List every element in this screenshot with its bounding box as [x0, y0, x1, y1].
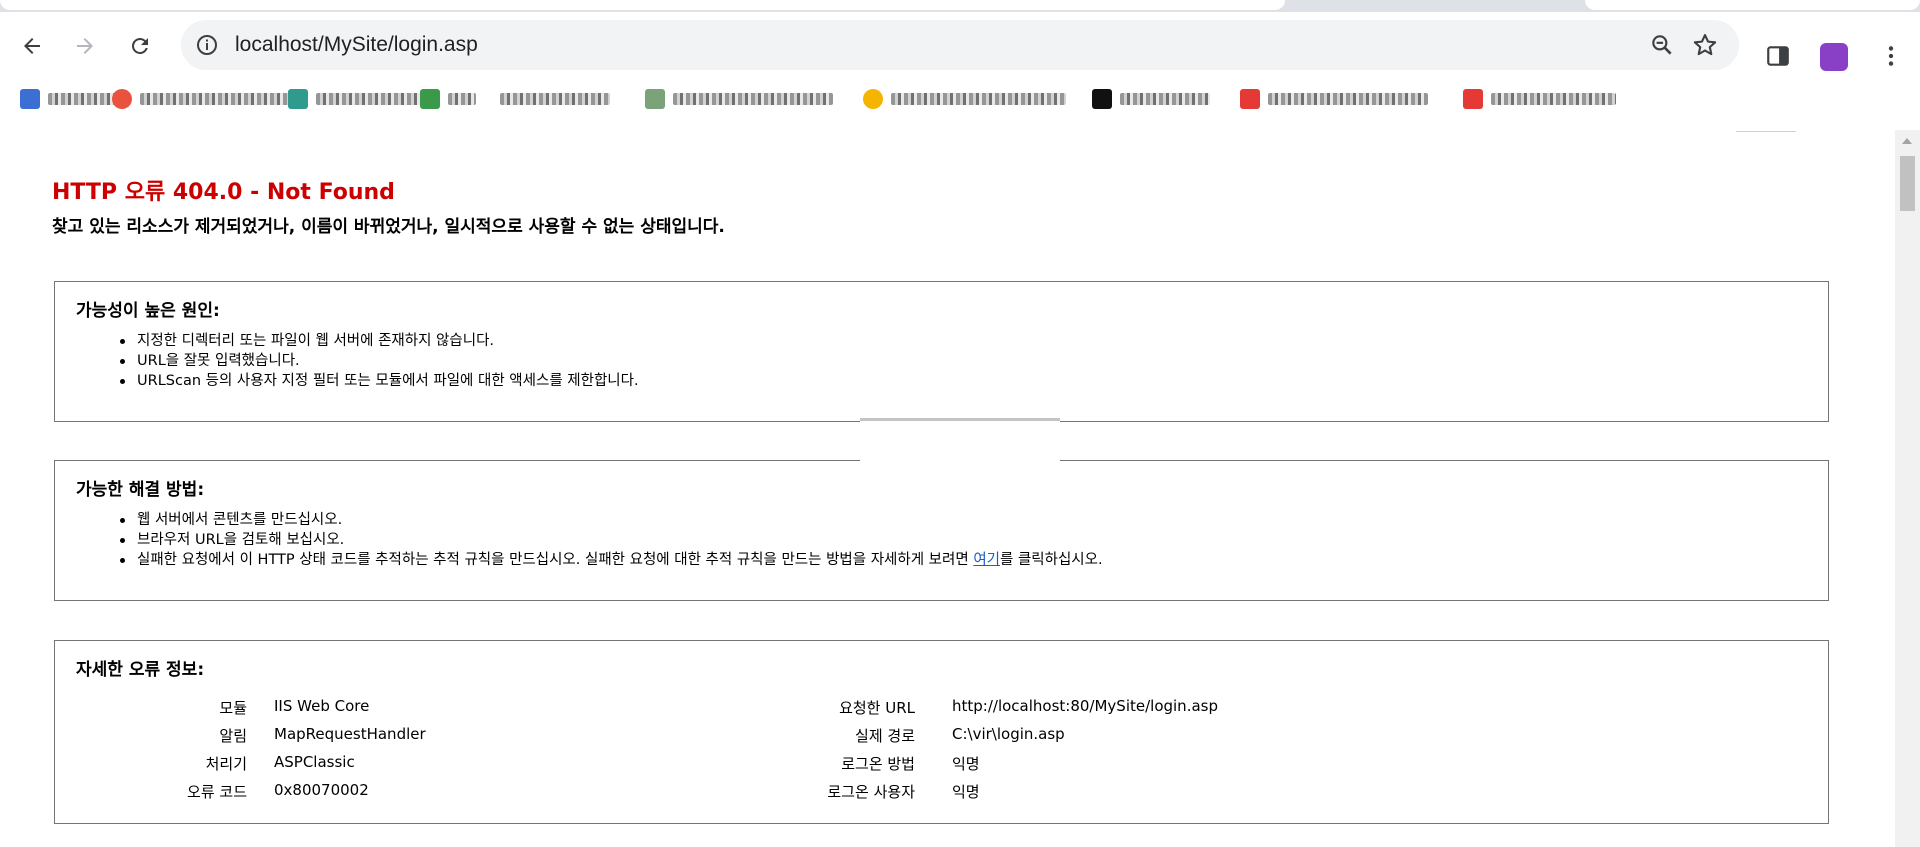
bookmark-label-redacted	[48, 93, 118, 105]
bookmark-favicon	[863, 89, 883, 109]
details-heading: 자세한 오류 정보:	[76, 660, 205, 680]
detail-label: 오류 코드	[187, 783, 247, 801]
bookmark-label-redacted	[1268, 93, 1428, 105]
bookmark-label-redacted	[500, 93, 610, 105]
profile-avatar[interactable]	[1820, 43, 1848, 71]
list-item: 실패한 요청에서 이 HTTP 상태 코드를 추적하는 추적 규칙을 만드십시오…	[120, 550, 1103, 570]
reload-button[interactable]	[122, 28, 158, 64]
bookmark-item[interactable]	[500, 88, 610, 110]
bookmark-label-redacted	[1491, 93, 1616, 105]
causes-list: 지정한 디렉터리 또는 파일이 웹 서버에 존재하지 않습니다. URL을 잘못…	[120, 331, 639, 391]
bookmark-favicon	[20, 89, 40, 109]
details-box: 자세한 오류 정보: 모듈 IIS Web Core 요청한 URL http:…	[54, 640, 1829, 824]
bookmark-item[interactable]	[1463, 88, 1616, 110]
detail-label: 모듈	[219, 699, 247, 717]
bookmark-label-redacted	[891, 93, 1066, 105]
bookmark-label-redacted	[316, 93, 426, 105]
detail-label: 요청한 URL	[839, 699, 915, 717]
table-row: 알림 MapRequestHandler 실제 경로 C:\vir\login.…	[55, 725, 1828, 753]
detail-value: http://localhost:80/MySite/login.asp	[952, 697, 1218, 715]
bookmark-favicon	[645, 89, 665, 109]
bookmark-favicon	[1092, 89, 1112, 109]
solutions-box: 가능한 해결 방법: 웹 서버에서 콘텐츠를 만드십시오. 브라우저 URL을 …	[54, 460, 1829, 601]
solution-text: 를 클릭하십시오.	[1000, 552, 1103, 568]
bookmark-favicon	[420, 89, 440, 109]
here-link[interactable]: 여기	[973, 552, 1000, 568]
browser-tab[interactable]	[0, 0, 1285, 10]
bookmark-item[interactable]	[1240, 88, 1428, 110]
bookmark-favicon	[1463, 89, 1483, 109]
back-button[interactable]	[14, 28, 50, 64]
table-row: 오류 코드 0x80070002 로그온 사용자 익명	[55, 781, 1828, 809]
page-content: HTTP 오류 404.0 - Not Found 찾고 있는 리소스가 제거되…	[0, 118, 1895, 847]
scroll-up-arrow-icon[interactable]	[1902, 138, 1912, 144]
table-row: 모듈 IIS Web Core 요청한 URL http://localhost…	[55, 697, 1828, 725]
vertical-scrollbar[interactable]	[1895, 130, 1920, 847]
detail-value: 익명	[952, 783, 980, 801]
detail-value: IIS Web Core	[274, 697, 370, 715]
list-item: URLScan 등의 사용자 지정 필터 또는 모듈에서 파일에 대한 액세스를…	[120, 373, 639, 389]
browser-tab[interactable]	[1585, 0, 1920, 10]
error-subtitle: 찾고 있는 리소스가 제거되었거나, 이름이 바뀌었거나, 일시적으로 사용할 …	[52, 217, 725, 237]
url-text[interactable]: localhost/MySite/login.asp	[235, 33, 478, 57]
more-vert-icon[interactable]	[1878, 43, 1904, 69]
bookmark-favicon	[288, 89, 308, 109]
list-item: 브라우저 URL을 검토해 보십시오.	[120, 530, 1103, 550]
forward-button[interactable]	[67, 28, 103, 64]
solutions-heading: 가능한 해결 방법:	[76, 480, 205, 500]
detail-value: 익명	[952, 755, 980, 773]
list-item: URL을 잘못 입력했습니다.	[120, 351, 639, 371]
address-bar[interactable]: localhost/MySite/login.asp	[181, 20, 1739, 70]
info-icon[interactable]	[195, 33, 219, 57]
tab-strip	[0, 0, 1920, 12]
overlay-strip	[860, 418, 1060, 473]
detail-label: 로그온 사용자	[827, 783, 915, 801]
solution-text: 실패한 요청에서 이 HTTP 상태 코드를 추적하는 추적 규칙을 만드십시오…	[137, 552, 974, 568]
bookmark-item[interactable]	[112, 88, 290, 110]
bookmark-item[interactable]	[1092, 88, 1210, 110]
list-item: 웹 서버에서 콘텐츠를 만드십시오.	[120, 510, 1103, 530]
detail-label: 로그온 방법	[841, 755, 915, 773]
detail-value: C:\vir\login.asp	[952, 725, 1065, 743]
browser-toolbar: localhost/MySite/login.asp	[0, 12, 1920, 78]
list-item: 지정한 디렉터리 또는 파일이 웹 서버에 존재하지 않습니다.	[120, 331, 639, 351]
causes-heading: 가능성이 높은 원인:	[76, 301, 220, 321]
arrow-left-icon	[24, 38, 40, 54]
bookmark-item[interactable]	[288, 88, 426, 110]
table-row: 처리기 ASPClassic 로그온 방법 익명	[55, 753, 1828, 781]
detail-value: ASPClassic	[274, 753, 355, 771]
bookmark-label-redacted	[448, 93, 476, 105]
detail-label: 알림	[219, 727, 247, 745]
detail-label: 처리기	[205, 755, 247, 773]
detail-value: 0x80070002	[274, 781, 369, 799]
bookmark-item[interactable]	[20, 88, 118, 110]
detail-label: 실제 경로	[855, 727, 915, 745]
detail-value: MapRequestHandler	[274, 725, 426, 743]
bookmark-item[interactable]	[645, 88, 833, 110]
solutions-list: 웹 서버에서 콘텐츠를 만드십시오. 브라우저 URL을 검토해 보십시오. 실…	[120, 510, 1103, 570]
reload-icon	[131, 37, 148, 54]
star-icon[interactable]	[1691, 31, 1719, 59]
bookmark-label-redacted	[1120, 93, 1210, 105]
causes-box: 가능성이 높은 원인: 지정한 디렉터리 또는 파일이 웹 서버에 존재하지 않…	[54, 281, 1829, 422]
bookmark-item[interactable]	[863, 88, 1066, 110]
side-panel-icon[interactable]	[1765, 43, 1791, 69]
bookmark-favicon	[1240, 89, 1260, 109]
arrow-right-icon	[77, 38, 93, 54]
bookmark-label-redacted	[140, 93, 290, 105]
error-title: HTTP 오류 404.0 - Not Found	[52, 180, 395, 205]
bookmarks-bar	[0, 78, 1920, 118]
scroll-thumb[interactable]	[1900, 156, 1915, 211]
bookmark-item[interactable]	[420, 88, 476, 110]
bookmark-favicon	[112, 89, 132, 109]
bookmark-label-redacted	[673, 93, 833, 105]
zoom-icon[interactable]	[1649, 32, 1675, 58]
